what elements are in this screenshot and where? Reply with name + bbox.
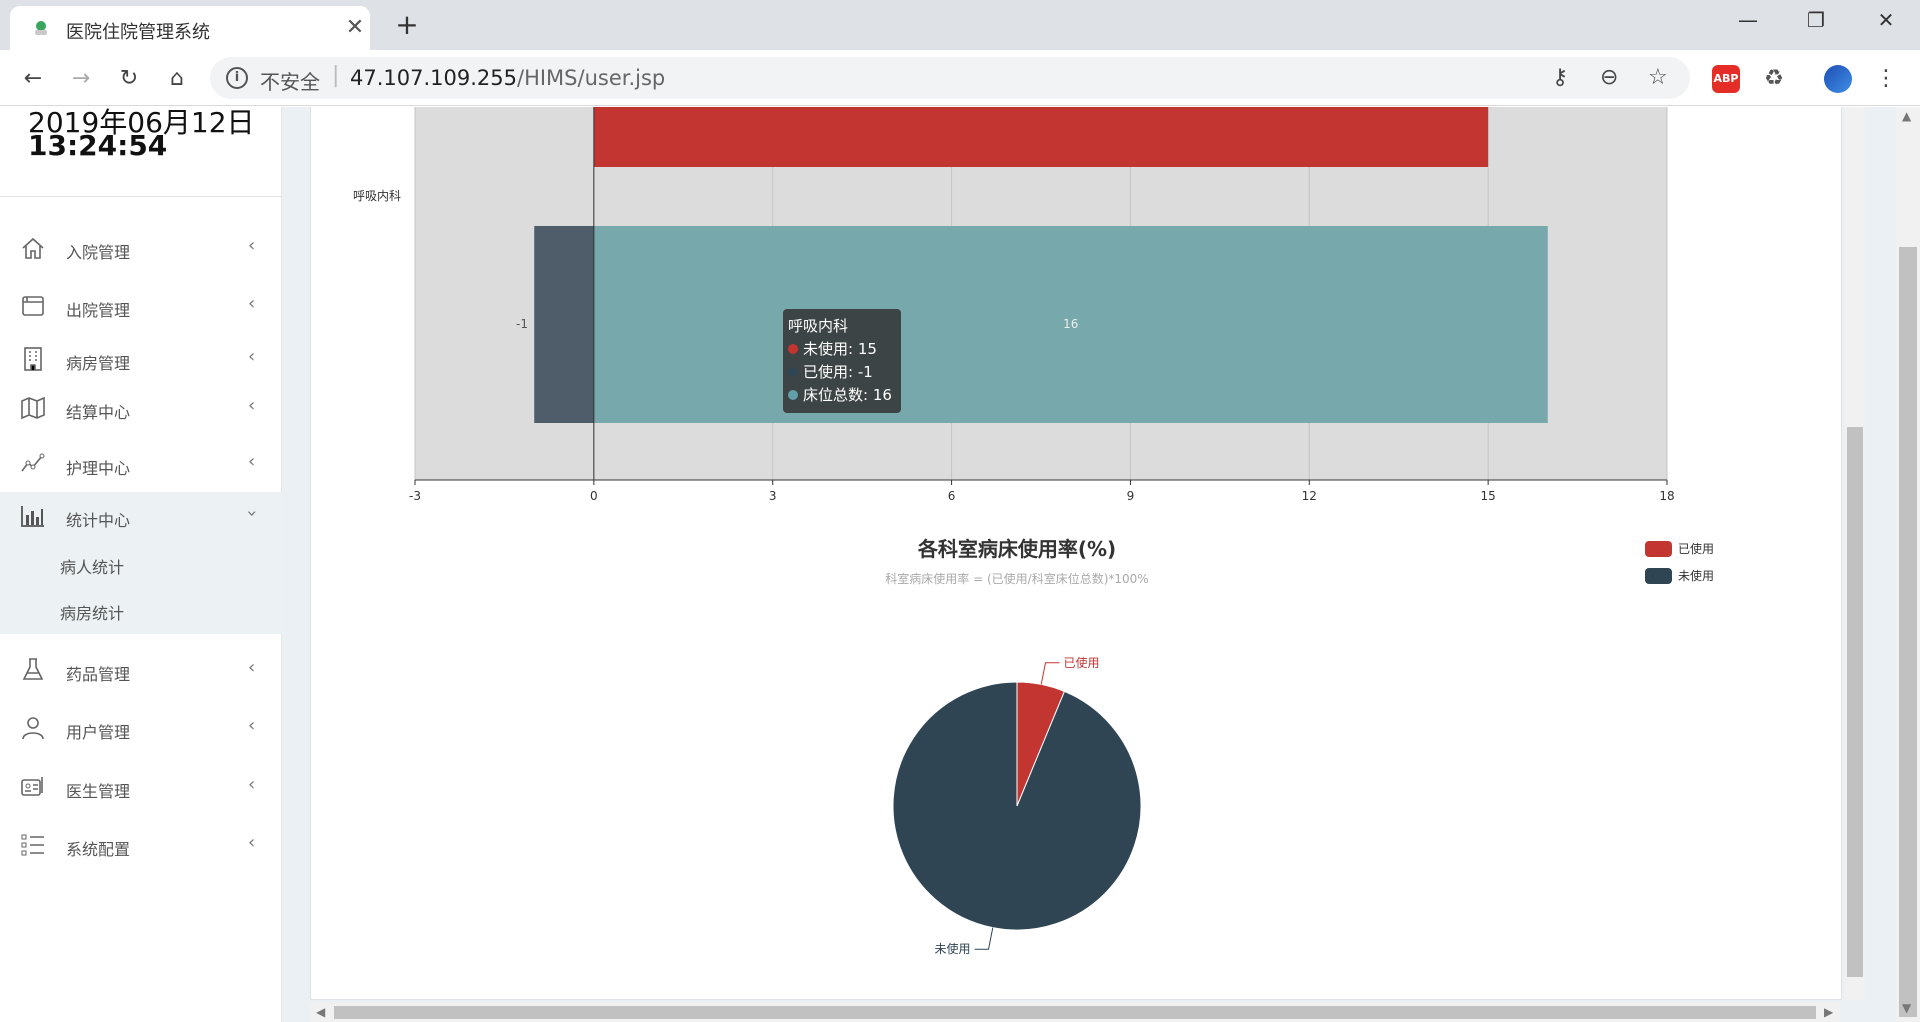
x-tick-label: 6 (948, 489, 956, 503)
legend-swatch (1645, 541, 1672, 557)
panel-vertical-scrollbar[interactable] (1845, 107, 1865, 1000)
category-label: 呼吸内科 (353, 189, 401, 203)
x-tick-label: 9 (1127, 489, 1135, 503)
pie-label-line (1040, 662, 1060, 685)
scrollbar-thumb[interactable] (334, 1006, 1816, 1019)
chart-tooltip: 呼吸内科 未使用: 15 已使用: -1 床位总数: 16 (783, 309, 901, 413)
data-label-total: 16 (1063, 317, 1078, 331)
bed-bar-chart: -3 0 3 6 9 12 15 18 呼吸内科 -1 16 (353, 107, 1675, 503)
x-tick-label: -3 (409, 489, 421, 503)
legend-dot (788, 344, 798, 354)
pie-title: 各科室病床使用率(%) (917, 537, 1116, 561)
charts-svg: -3 0 3 6 9 12 15 18 呼吸内科 -1 16 各科室病床使用率(%) 科室病床使用率 … (353, 107, 1714, 956)
data-label-used: -1 (516, 317, 528, 331)
scroll-up-arrow-icon[interactable]: ▲ (1902, 109, 1911, 123)
scroll-left-arrow-icon[interactable]: ◀ (316, 1005, 325, 1019)
pie-subtitle: 科室病床使用率 = (已使用/科室床位总数)*100% (885, 571, 1148, 586)
legend-label: 未使用 (1678, 568, 1714, 583)
tooltip-row: 床位总数: 16 (803, 386, 892, 404)
legend-dot (788, 390, 798, 400)
legend-swatch (1645, 568, 1672, 584)
scrollbar-thumb[interactable] (1899, 247, 1917, 1017)
legend-label: 已使用 (1678, 541, 1714, 556)
bar-used (534, 226, 594, 423)
x-tick-label: 15 (1481, 489, 1496, 503)
x-tick-label: 0 (590, 489, 598, 503)
scroll-down-arrow-icon[interactable]: ▼ (1902, 1001, 1911, 1015)
pie-slice (892, 681, 1142, 931)
x-tick-label: 18 (1659, 489, 1674, 503)
tooltip-title: 呼吸内科 (788, 317, 849, 335)
pie-label-line (974, 927, 994, 950)
scrollbar-thumb[interactable] (1847, 427, 1863, 977)
legend-dot (788, 367, 798, 377)
bed-usage-pie-chart: 各科室病床使用率(%) 科室病床使用率 = (已使用/科室床位总数)*100% 已使… (885, 537, 1714, 956)
page-vertical-scrollbar[interactable]: ▲ ▼ (1896, 107, 1920, 1022)
x-tick-label: 3 (769, 489, 777, 503)
bar-unused (593, 107, 1489, 167)
scroll-right-arrow-icon[interactable]: ▶ (1824, 1005, 1833, 1019)
pie-slice-label: 已使用 (1063, 655, 1099, 670)
tooltip-row: 未使用: 15 (803, 340, 877, 358)
horizontal-scrollbar[interactable]: ◀ ▶ (310, 1003, 1840, 1022)
x-tick-label: 12 (1302, 489, 1317, 503)
tooltip-row: 已使用: -1 (803, 363, 873, 381)
pie-slice-label: 未使用 (935, 941, 971, 956)
